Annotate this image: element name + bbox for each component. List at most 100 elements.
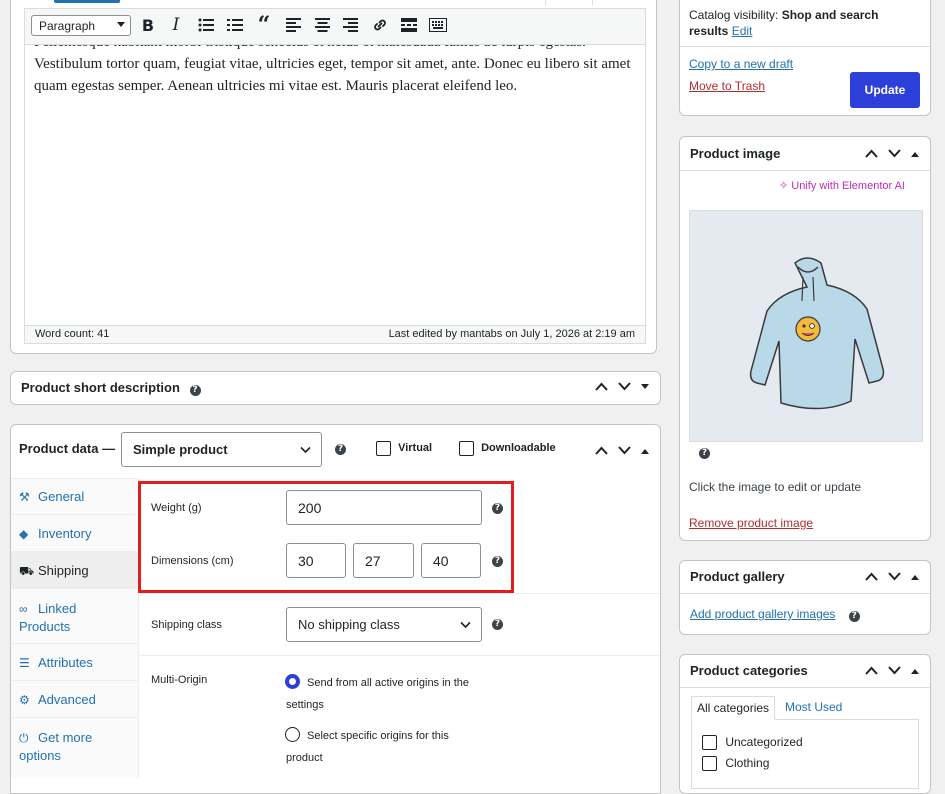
product-image-thumbnail[interactable]: [689, 210, 923, 442]
caret-up-icon[interactable]: [911, 668, 919, 674]
tab-most-used[interactable]: Most Used: [785, 700, 842, 714]
product-gallery-title: Product gallery: [690, 569, 785, 584]
chevron-up-icon[interactable]: [595, 446, 608, 455]
category-checkbox[interactable]: [702, 756, 717, 772]
downloadable-label: Downloadable: [481, 442, 556, 455]
link-icon: ∞: [19, 602, 28, 616]
virtual-checkbox-row[interactable]: Virtual: [376, 441, 432, 456]
tab-shipping-label: Shipping: [38, 563, 89, 578]
update-button[interactable]: Update: [850, 72, 920, 108]
tab-get-more-options[interactable]: ⏻ Get more options: [19, 729, 109, 765]
numbered-list-button[interactable]: [225, 14, 245, 36]
virtual-checkbox[interactable]: [376, 441, 391, 456]
caret-up-icon[interactable]: [911, 151, 919, 157]
short-description-controls: [595, 382, 649, 391]
tab-attributes[interactable]: ☰ Attributes: [19, 655, 147, 670]
product-image-help-icon[interactable]: ?: [699, 448, 710, 459]
category-checkbox[interactable]: [702, 735, 717, 751]
chevron-up-icon[interactable]: [865, 666, 878, 675]
dimensions-label: Dimensions (cm): [151, 555, 234, 567]
sparkle-icon: ✧: [779, 180, 789, 192]
bold-button[interactable]: B: [138, 14, 158, 36]
publish-divider: [680, 46, 930, 47]
help-icon[interactable]: ?: [189, 385, 201, 396]
product-image-hint: Click the image to edit or update: [689, 480, 862, 494]
chevron-up-icon[interactable]: [595, 382, 608, 391]
chevron-down-icon[interactable]: [618, 446, 631, 455]
category-item[interactable]: Uncategorized: [702, 735, 803, 751]
hoodie-image: [749, 257, 885, 410]
tab-general[interactable]: ⚒ General: [19, 489, 147, 504]
chevron-down-icon: [460, 621, 471, 629]
virtual-label: Virtual: [398, 442, 433, 455]
read-more-button[interactable]: [399, 14, 419, 36]
width-input[interactable]: [353, 543, 414, 578]
editor-tab-hint: [54, 0, 120, 3]
tab-linked-products[interactable]: ∞ Linked Products: [19, 600, 109, 636]
tab-all-categories[interactable]: All categories: [691, 696, 776, 720]
caret-down-icon[interactable]: [641, 383, 649, 390]
add-gallery-images-link[interactable]: Add product gallery images: [690, 607, 835, 621]
link-icon: [374, 19, 386, 31]
product-type-select[interactable]: Simple product: [121, 432, 322, 467]
tab-separator: [11, 588, 138, 589]
align-right-button[interactable]: [340, 14, 360, 36]
align-right-icon: [342, 18, 358, 32]
editor-text-clipped: Pellentesque habitant morbi tristique se…: [34, 45, 636, 53]
dimensions-help-icon[interactable]: ?: [492, 556, 503, 567]
product-gallery-divider: [680, 593, 930, 594]
shipping-class-help-icon[interactable]: ?: [492, 619, 503, 630]
chevron-down-icon[interactable]: [888, 666, 901, 675]
plugin-icon: ⏻: [19, 731, 29, 745]
align-center-button[interactable]: [312, 14, 332, 36]
origin-specific-label: Select specific origins for this product: [286, 730, 449, 764]
align-center-icon: [314, 18, 330, 32]
caret-up-icon[interactable]: [641, 448, 649, 454]
insert-link-button[interactable]: [370, 14, 390, 36]
tab-inventory[interactable]: ◆ Inventory: [19, 526, 147, 541]
italic-button[interactable]: I: [166, 14, 186, 36]
length-input[interactable]: [286, 543, 346, 578]
height-input[interactable]: [421, 543, 481, 578]
elementor-ai-link[interactable]: ✧ Unify with Elementor AI: [779, 179, 905, 192]
bullet-list-button[interactable]: [196, 14, 216, 36]
blockquote-button[interactable]: “: [254, 14, 274, 36]
editor-content[interactable]: Pellentesque habitant morbi tristique se…: [24, 44, 646, 326]
chevron-up-icon[interactable]: [865, 572, 878, 581]
format-select[interactable]: Paragraph: [31, 15, 131, 36]
remove-product-image-link[interactable]: Remove product image: [689, 516, 813, 530]
downloadable-checkbox[interactable]: [459, 441, 474, 456]
copy-to-draft-link[interactable]: Copy to a new draft: [689, 57, 793, 71]
caret-down-icon: [117, 22, 125, 27]
weight-help-icon[interactable]: ?: [492, 503, 503, 514]
chevron-down-icon[interactable]: [618, 382, 631, 391]
caret-up-icon[interactable]: [911, 574, 919, 580]
product-type-help-icon[interactable]: ?: [335, 444, 346, 455]
tab-shipping[interactable]: ⛟ Shipping: [19, 563, 147, 580]
product-image-title: Product image: [690, 146, 781, 161]
catalog-visibility: Catalog visibility: Shop and search resu…: [689, 7, 909, 39]
shipping-class-select[interactable]: No shipping class: [286, 607, 482, 642]
chevron-down-icon[interactable]: [888, 572, 901, 581]
move-to-trash-link[interactable]: Move to Trash: [689, 79, 765, 93]
category-list: [691, 719, 919, 789]
catalog-visibility-edit-link[interactable]: Edit: [732, 24, 753, 38]
tab-advanced[interactable]: ⚙ Advanced: [19, 692, 147, 707]
format-select-value: Paragraph: [39, 19, 96, 33]
tag-icon: ◆: [19, 527, 29, 541]
bold-icon: B: [141, 15, 155, 35]
align-left-button[interactable]: [283, 14, 303, 36]
product-categories-title: Product categories: [690, 663, 808, 678]
gallery-help-icon[interactable]: ?: [848, 611, 860, 622]
chevron-up-icon[interactable]: [865, 149, 878, 158]
toolbar-toggle-button[interactable]: [428, 14, 448, 36]
bullet-list-icon: [198, 18, 214, 32]
chevron-down-icon[interactable]: [888, 149, 901, 158]
tab-separator: [11, 514, 138, 515]
downloadable-checkbox-row[interactable]: Downloadable: [459, 441, 556, 456]
weight-input[interactable]: [286, 490, 482, 525]
keyboard-icon: [429, 18, 447, 32]
gear-icon: ⚙: [19, 693, 30, 707]
product-type-value: Simple product: [133, 442, 228, 457]
category-item[interactable]: Clothing: [702, 756, 769, 772]
